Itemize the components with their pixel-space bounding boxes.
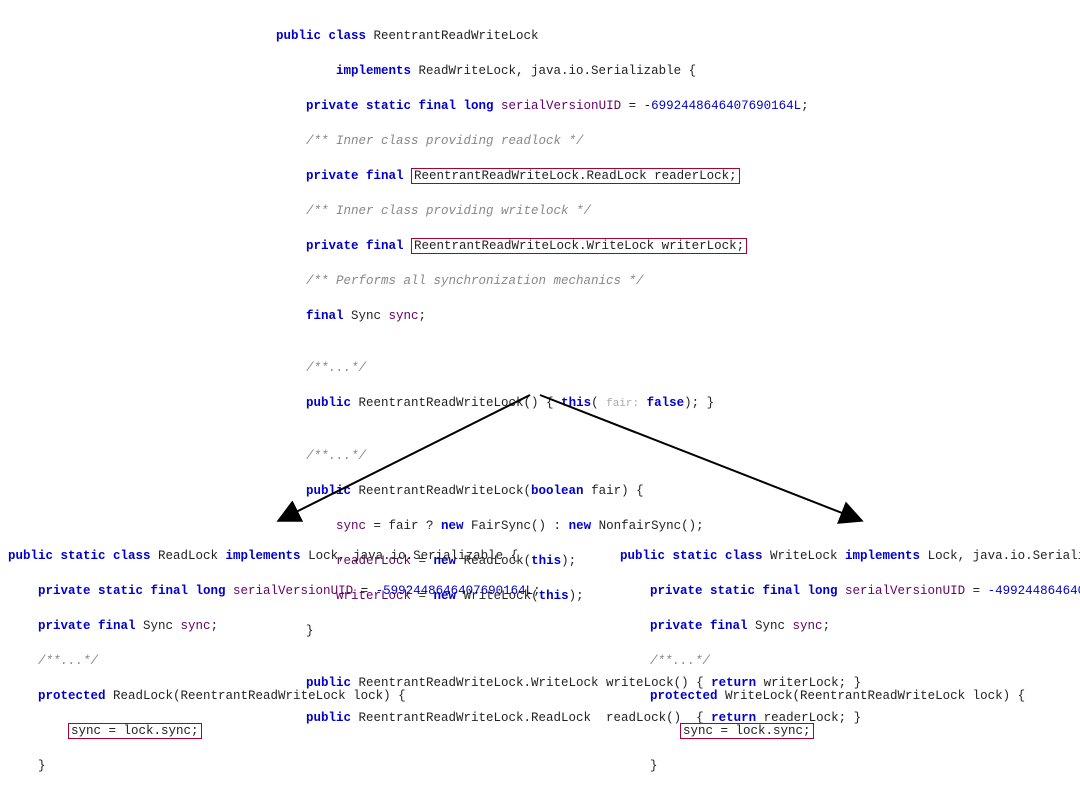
readlock-sync-box: sync = lock.sync; [68, 723, 202, 739]
code-line: private final ReentrantReadWriteLock.Rea… [276, 168, 861, 186]
code-line: public static class ReadLock implements … [8, 548, 541, 566]
code-line: public ReentrantReadWriteLock() { this( … [276, 395, 861, 413]
code-line: public class ReentrantReadWriteLock [276, 28, 861, 46]
code-line: protected WriteLock(ReentrantReadWriteLo… [620, 688, 1080, 706]
code-line: private static final long serialVersionU… [276, 98, 861, 116]
code-line: /**...*/ [276, 448, 861, 466]
code-line: } [620, 758, 1080, 776]
code-line: final Sync sync; [276, 308, 861, 326]
code-line: public ReentrantReadWriteLock(boolean fa… [276, 483, 861, 501]
code-line: sync = lock.sync; [8, 723, 541, 741]
writerlock-decl-box: ReentrantReadWriteLock.WriteLock writerL… [411, 238, 747, 254]
code-line: /**...*/ [620, 653, 1080, 671]
code-line: private static final long serialVersionU… [8, 583, 541, 601]
code-line: /**...*/ [276, 360, 861, 378]
code-line: /**...*/ [8, 653, 541, 671]
code-line: implements ReadWriteLock, java.io.Serial… [276, 63, 861, 81]
code-line: public static class WriteLock implements… [620, 548, 1080, 566]
writelock-sync-box: sync = lock.sync; [680, 723, 814, 739]
code-line: } [8, 758, 541, 776]
code-line: /** Performs all synchronization mechani… [276, 273, 861, 291]
code-line: private final ReentrantReadWriteLock.Wri… [276, 238, 861, 256]
code-line: sync = lock.sync; [620, 723, 1080, 741]
code-line: private final Sync sync; [8, 618, 541, 636]
code-line: /** Inner class providing writelock */ [276, 203, 861, 221]
readlock-code-block: public static class ReadLock implements … [8, 530, 541, 793]
code-line: private static final long serialVersionU… [620, 583, 1080, 601]
readerlock-decl-box: ReentrantReadWriteLock.ReadLock readerLo… [411, 168, 740, 184]
code-line: /** Inner class providing readlock */ [276, 133, 861, 151]
code-line: protected ReadLock(ReentrantReadWriteLoc… [8, 688, 541, 706]
code-line: private final Sync sync; [620, 618, 1080, 636]
writelock-code-block: public static class WriteLock implements… [620, 530, 1080, 793]
